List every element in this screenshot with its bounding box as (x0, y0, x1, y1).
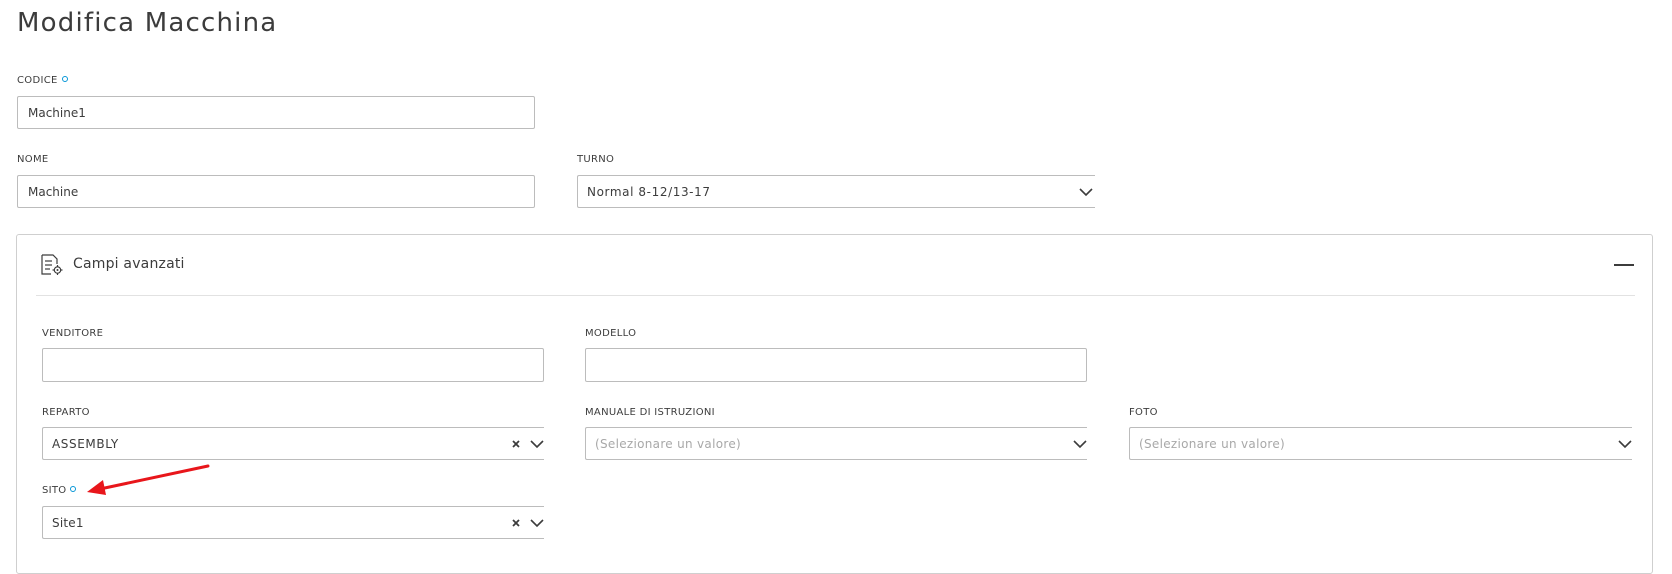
turno-label: TURNO (577, 154, 615, 165)
manuale-label: MANUALE DI ISTRUZIONI (585, 407, 715, 418)
chevron-down-icon[interactable] (530, 437, 544, 451)
codice-label-text: CODICE (17, 75, 58, 86)
reparto-selected-value: ASSEMBLY (52, 437, 119, 451)
reparto-label: REPARTO (42, 407, 90, 418)
codice-label: CODICE (17, 75, 68, 86)
foto-select[interactable]: (Selezionare un valore) (1129, 427, 1632, 460)
sito-label-text: SITO (42, 485, 67, 496)
foto-placeholder: (Selezionare un valore) (1139, 437, 1285, 451)
clear-icon[interactable] (510, 517, 522, 529)
minus-icon[interactable] (1614, 264, 1634, 266)
required-indicator-icon (61, 76, 68, 82)
annotation-arrow-icon (87, 464, 210, 495)
panel-divider (36, 295, 1635, 296)
chevron-down-icon[interactable] (530, 516, 544, 530)
turno-select[interactable]: Normal 8-12/13-17 (577, 175, 1095, 208)
manuale-select[interactable]: (Selezionare un valore) (585, 427, 1087, 460)
settings-document-icon (41, 254, 63, 275)
modello-label: MODELLO (585, 328, 637, 339)
required-indicator-icon (70, 486, 77, 492)
chevron-down-icon[interactable] (1618, 437, 1632, 451)
manuale-placeholder: (Selezionare un valore) (595, 437, 741, 451)
modello-input[interactable] (585, 348, 1087, 382)
nome-input[interactable] (17, 175, 535, 208)
turno-selected-value: Normal 8-12/13-17 (587, 185, 711, 199)
venditore-label: VENDITORE (42, 328, 104, 339)
chevron-down-icon[interactable] (1079, 185, 1093, 199)
chevron-down-icon[interactable] (1073, 437, 1087, 451)
clear-icon[interactable] (510, 438, 522, 450)
sito-selected-value: Site1 (52, 516, 84, 530)
page-title: Modifica Macchina (17, 8, 278, 38)
venditore-input[interactable] (42, 348, 544, 382)
foto-label: FOTO (1129, 407, 1158, 418)
sito-label: SITO (42, 485, 77, 496)
advanced-fields-title[interactable]: Campi avanzati (73, 256, 185, 272)
nome-label: NOME (17, 154, 49, 165)
sito-select[interactable]: Site1 (42, 506, 544, 539)
reparto-select[interactable]: ASSEMBLY (42, 427, 544, 460)
codice-input[interactable] (17, 96, 535, 129)
